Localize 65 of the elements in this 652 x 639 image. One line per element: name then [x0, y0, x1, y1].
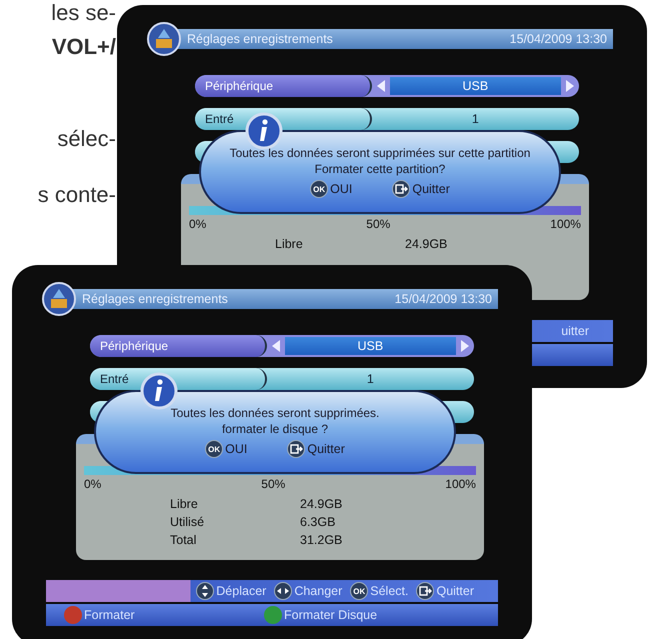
setting-label: Entré — [205, 112, 234, 126]
dialog-message: formater le disque ? — [222, 422, 328, 436]
ok-key-icon: OK — [350, 582, 368, 600]
scale-label: 0% — [84, 477, 102, 491]
setting-value: USB — [284, 337, 456, 355]
ok-key-icon: OK — [205, 440, 224, 458]
dialog-option[interactable]: OK OUI — [205, 440, 248, 458]
stat-value: 31.2GB — [300, 533, 344, 547]
screen-title: Réglages enregistrements — [82, 292, 228, 306]
setting-value: USB — [390, 77, 561, 95]
date-time: 15/04/2009 13:30 — [394, 292, 492, 306]
up-down-arrows-icon — [196, 582, 214, 600]
setting-row[interactable]: Entré 1 — [195, 108, 579, 130]
scale-label: 50% — [366, 217, 390, 231]
stat-label: Utilisé — [170, 515, 206, 529]
stat-value: 24.9GB — [300, 497, 344, 511]
left-arrow-icon[interactable] — [270, 339, 281, 353]
setting-row[interactable]: Périphérique USB — [195, 75, 579, 97]
date-time: 15/04/2009 13:30 — [510, 32, 607, 46]
dialog-option[interactable]: Quitter — [392, 180, 450, 198]
dialog-message: Formater cette partition? — [314, 162, 446, 176]
color-key-label[interactable]: Formater Disque — [284, 608, 378, 622]
dialog-option[interactable]: Quitter — [287, 440, 345, 458]
info-icon — [140, 372, 178, 410]
setting-label: Périphérique — [205, 79, 274, 93]
dialog-option[interactable]: OK OUI — [310, 180, 352, 198]
stat-label: Libre — [170, 497, 199, 511]
hint-label: Quitter — [436, 584, 474, 598]
exit-icon — [287, 440, 306, 458]
hint-label: Déplacer — [216, 584, 266, 598]
stat-value: 6.3GB — [300, 515, 336, 529]
left-right-arrows-icon — [274, 582, 292, 600]
manual-text: les se- — [51, 0, 116, 26]
settings-logo-icon — [42, 282, 76, 316]
exit-icon — [392, 180, 410, 198]
manual-text: s conte- — [38, 182, 116, 208]
setting-value: 1 — [472, 112, 479, 126]
right-arrow-icon[interactable] — [460, 339, 470, 353]
scale-label: 0% — [189, 217, 206, 231]
color-key-label[interactable]: Formater — [84, 608, 135, 622]
scale-label: 100% — [550, 217, 581, 231]
right-arrow-icon[interactable] — [565, 79, 575, 93]
screen-title: Réglages enregistrements — [187, 32, 333, 46]
hint-label: uitter — [561, 324, 589, 338]
setting-row[interactable]: Périphérique USB — [90, 335, 474, 357]
scale-label: 100% — [445, 477, 476, 491]
left-arrow-icon[interactable] — [376, 79, 386, 93]
stat-label: Total — [170, 533, 198, 547]
setting-label: Entré — [100, 372, 129, 386]
manual-text: sélec- — [57, 126, 116, 152]
manual-text: VOL+/ — [52, 34, 116, 60]
info-icon — [245, 112, 283, 150]
dialog-message: Toutes les données seront supprimées. — [170, 406, 380, 420]
stat-label: Libre — [275, 237, 304, 251]
hint-label: Changer — [294, 584, 342, 598]
stat-value: 24.9GB — [405, 237, 448, 251]
setting-row[interactable]: Entré 1 — [90, 368, 474, 390]
exit-icon — [416, 582, 434, 600]
hint-label: Sélect. — [370, 584, 408, 598]
setting-value: 1 — [366, 372, 374, 386]
ok-key-icon: OK — [310, 180, 328, 198]
scale-label: 50% — [261, 477, 286, 491]
dialog-message: Toutes les données seront supprimées sur cette partition — [230, 146, 530, 160]
setting-label: Périphérique — [100, 339, 168, 353]
settings-logo-icon — [147, 22, 181, 56]
